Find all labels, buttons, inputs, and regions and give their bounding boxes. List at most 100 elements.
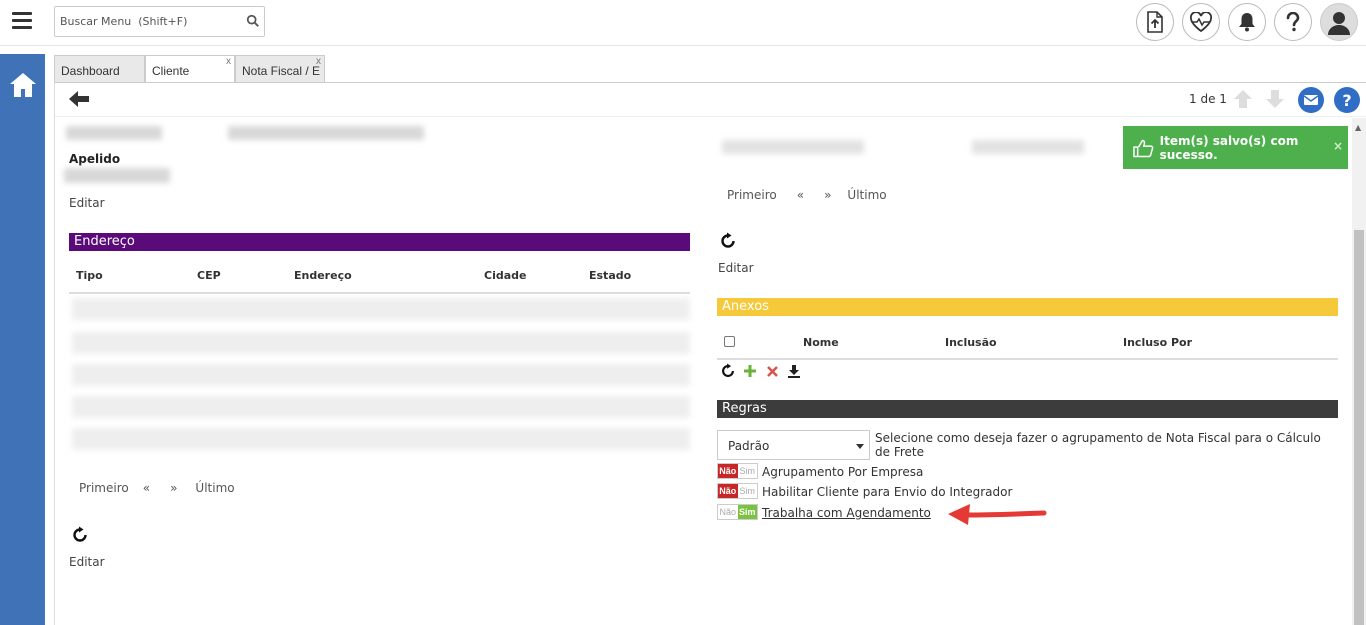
red-arrow-icon — [948, 504, 1047, 525]
toggle-yes: Sim — [737, 464, 757, 478]
toggle-no: Não — [718, 505, 738, 519]
agrupamento-select[interactable]: Padrão — [717, 430, 870, 460]
table-row — [72, 364, 690, 386]
add-icon[interactable] — [742, 363, 758, 379]
column-header: CEP — [197, 269, 221, 282]
tab-cliente[interactable]: Cliente x — [145, 55, 235, 84]
email-button[interactable] — [1298, 87, 1324, 113]
editar-link[interactable]: Editar — [69, 555, 105, 569]
rule-label: Agrupamento Por Empresa — [762, 465, 924, 479]
right-pagination: Primeiro « » Último — [727, 188, 887, 202]
blurred-field — [66, 126, 162, 140]
toggle-integrador[interactable]: Não Sim — [717, 483, 758, 499]
search-box — [54, 6, 265, 37]
tab-label: Dashboard — [61, 64, 120, 78]
table-row — [72, 332, 690, 354]
scroll-up-icon[interactable]: ▲ — [1355, 123, 1361, 132]
left-rail — [0, 54, 45, 625]
select-description: Selecione como deseja fazer o agrupament… — [875, 431, 1321, 459]
agendamento-link[interactable]: Trabalha com Agendamento — [762, 506, 931, 520]
panel-toolbar: 1 de 1 ? — [55, 83, 1366, 117]
column-header: Endereço — [294, 269, 352, 282]
bell-icon — [1239, 13, 1255, 32]
user-avatar[interactable] — [1320, 3, 1358, 41]
health-button[interactable] — [1182, 3, 1220, 41]
scroll-thumb[interactable] — [1354, 230, 1364, 625]
table-divider — [69, 292, 690, 294]
download-icon[interactable] — [786, 363, 802, 379]
column-header: Inclusão — [945, 336, 997, 349]
refresh-icon[interactable] — [720, 363, 736, 379]
prev-page-link[interactable]: « — [797, 188, 804, 202]
menu-icon[interactable] — [12, 12, 32, 30]
upload-document-button[interactable] — [1136, 3, 1174, 41]
table-row — [72, 396, 690, 418]
success-toast: Item(s) salvo(s) com sucesso. × — [1123, 126, 1348, 169]
toggle-yes: Sim — [737, 484, 757, 498]
select-all-checkbox[interactable] — [724, 336, 735, 347]
column-header: Nome — [803, 336, 839, 349]
last-page-link[interactable]: Último — [847, 188, 886, 202]
refresh-icon[interactable] — [719, 232, 737, 250]
tab-label: Cliente — [152, 64, 190, 78]
editar-link[interactable]: Editar — [718, 261, 754, 275]
user-icon — [1328, 12, 1350, 35]
close-icon[interactable]: x — [226, 56, 231, 77]
back-arrow-icon[interactable] — [67, 89, 91, 109]
search-input[interactable] — [55, 7, 235, 36]
heartbeat-icon — [1189, 12, 1213, 32]
home-icon[interactable] — [8, 70, 38, 100]
tab-label: Nota Fiscal / E — [242, 64, 321, 78]
anexos-toolbar — [720, 363, 802, 379]
select-value: Padrão — [728, 439, 770, 453]
toggle-agendamento[interactable]: Não Sim — [717, 504, 758, 520]
column-header: Estado — [589, 269, 632, 282]
toggle-yes: Sim — [737, 505, 757, 519]
delete-icon[interactable] — [764, 363, 780, 379]
thumbs-up-icon — [1133, 139, 1154, 157]
close-icon[interactable]: x — [316, 56, 321, 77]
refresh-icon[interactable] — [71, 526, 89, 544]
first-page-link[interactable]: Primeiro — [79, 481, 129, 495]
table-row — [72, 298, 690, 320]
column-header: Tipo — [76, 269, 103, 282]
upload-document-icon — [1147, 11, 1163, 33]
regras-header: Regras — [717, 400, 1338, 418]
question-icon — [1286, 12, 1300, 32]
blurred-field — [64, 168, 170, 183]
editar-link[interactable]: Editar — [69, 196, 105, 210]
question-icon: ? — [1342, 90, 1352, 110]
scrollbar[interactable]: ▲ — [1352, 118, 1366, 625]
tab-dashboard[interactable]: Dashboard — [54, 55, 145, 83]
blurred-field — [722, 140, 864, 154]
apelido-label: Apelido — [69, 152, 121, 166]
next-page-link[interactable]: » — [170, 481, 177, 495]
rule-label: Habilitar Cliente para Envio do Integrad… — [762, 485, 1013, 499]
notifications-button[interactable] — [1228, 3, 1266, 41]
toggle-no: Não — [718, 484, 738, 498]
first-page-link[interactable]: Primeiro — [727, 188, 777, 202]
record-pager: 1 de 1 — [1189, 92, 1227, 106]
top-bar — [0, 0, 1366, 46]
tab-bar: Dashboard Cliente x Nota Fiscal / Ex — [54, 55, 325, 84]
blurred-field — [972, 140, 1084, 154]
help-top-button[interactable] — [1274, 3, 1312, 41]
table-divider — [717, 358, 1338, 360]
blurred-field — [228, 126, 424, 140]
prev-page-link[interactable]: « — [143, 481, 150, 495]
toast-message: Item(s) salvo(s) com sucesso. — [1159, 133, 1299, 162]
top-icons — [1136, 3, 1358, 41]
help-button[interactable]: ? — [1334, 87, 1360, 113]
search-icon[interactable] — [246, 14, 260, 28]
endereco-header: Endereço — [69, 233, 690, 251]
next-page-link[interactable]: » — [824, 188, 831, 202]
mail-icon — [1304, 95, 1318, 105]
close-icon[interactable]: × — [1333, 139, 1343, 153]
arrow-up-icon[interactable] — [1232, 88, 1254, 110]
column-header: Incluso Por — [1123, 336, 1193, 349]
tab-nota-fiscal[interactable]: Nota Fiscal / Ex — [235, 55, 325, 83]
toggle-agrupamento[interactable]: Não Sim — [717, 463, 758, 479]
arrow-down-icon[interactable] — [1264, 88, 1286, 110]
anexos-header: Anexos — [717, 298, 1338, 316]
last-page-link[interactable]: Último — [195, 481, 234, 495]
